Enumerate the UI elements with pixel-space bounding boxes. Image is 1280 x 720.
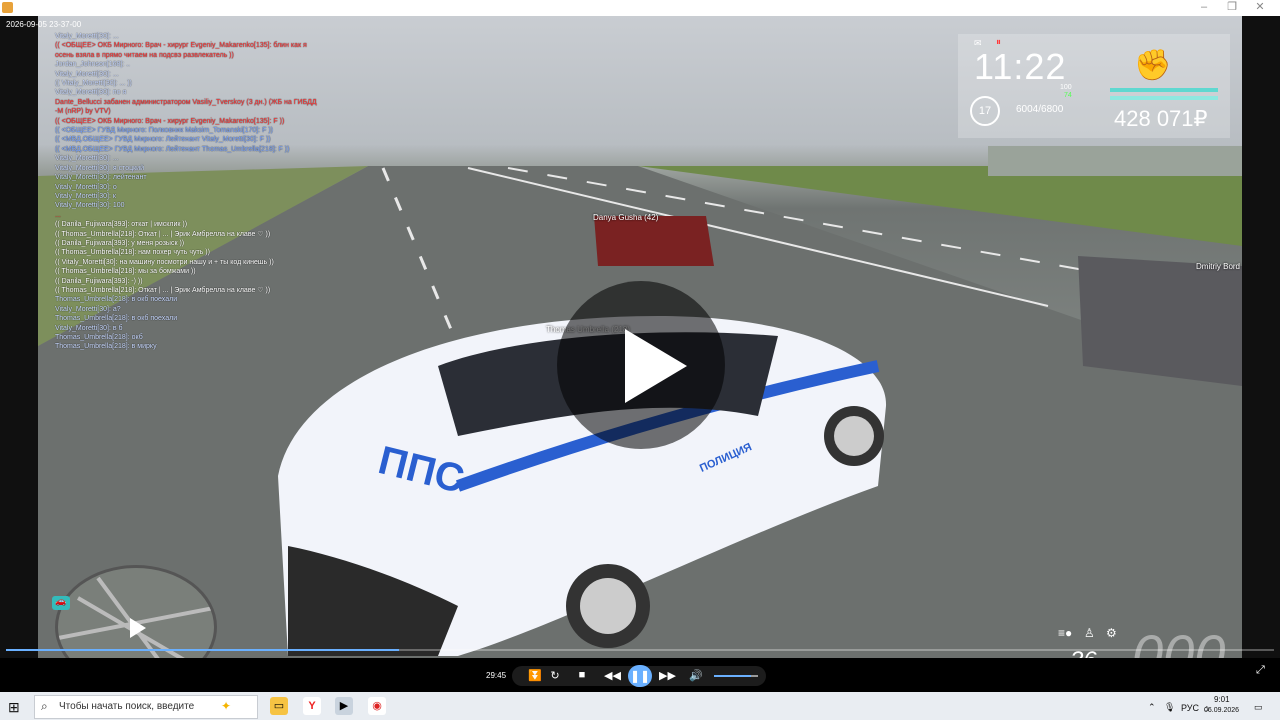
video-area[interactable]: ППС ПОЛИЦИЯ 2026-09-05 23-37-00 Vitaly_M… — [0, 16, 1280, 658]
chat-line: Vitaly_Moretti[30]: я стоцкий — [55, 164, 144, 172]
seatbelt-icon: ♙ — [1084, 626, 1095, 640]
chat-line: Vitaly_Moretti[30]: ... — [55, 155, 119, 163]
chat-line: Dante_Bellucci забанен администратором V… — [55, 98, 317, 106]
chat-line: Thomas_Umbrella[218]: в окб поехали — [55, 315, 178, 323]
search-input[interactable]: Чтобы начать поиск, введите — [59, 701, 194, 712]
armor-bar — [1110, 96, 1218, 100]
app-icon — [2, 2, 13, 13]
chat-line: (( Thomas_Umbrella[218]: нам похер чуть … — [55, 249, 210, 257]
chat-line: (( <ОБЩЕЕ> ОКБ Мирного: Врач - хирург Ev… — [55, 42, 307, 50]
money-display: 428 071₽ — [1114, 106, 1208, 131]
chat-line: Vitaly_Moretti[30]: ... — [55, 70, 119, 78]
minimize-button[interactable]: – — [1190, 0, 1218, 16]
engine-icon: ⚙ — [1106, 626, 1117, 640]
chat-line: (( Danila_Fujiwara[393]: -) )) — [55, 277, 143, 285]
chat-line: (( Thomas_Umbrella[218]: мы за бомжами )… — [55, 268, 196, 276]
tray-chevron-icon[interactable]: ⌃ — [1148, 702, 1156, 713]
game-launcher-icon[interactable]: ◉ — [368, 697, 386, 715]
chat-line: (( <МВД.ОБЩЕЕ> ГУВД Мирного: Лейтенант V… — [55, 136, 271, 144]
taskbar-date[interactable]: 06.09.2026 — [1204, 707, 1239, 714]
chat-line: Vitaly_Moretti[30]: по я — [55, 89, 127, 97]
search-icon: ⌕ — [41, 699, 48, 713]
chat-line: Vitaly_Moretti[30]: к — [55, 192, 116, 200]
current-time: 29:45 — [486, 671, 507, 680]
play-overlay-button[interactable] — [557, 281, 725, 449]
fullscreen-icon[interactable]: ⤢ — [1256, 664, 1265, 677]
nametag-car-ahead: Danya Gusha (42) — [593, 213, 659, 222]
notification-icon[interactable]: ▭ — [1254, 702, 1263, 713]
maximize-button[interactable]: ❐ — [1218, 0, 1246, 16]
chat-line: Thomas_Umbrella[218]: в окб поехали — [55, 296, 178, 304]
nametag-right-car: Dmitriy Bord — [1196, 262, 1241, 271]
chat-line: (( <МВД.ОБЩЕЕ> ГУВД Мирного: Лейтенант T… — [55, 145, 290, 153]
window-titlebar: – ❐ ✕ — [0, 0, 1280, 16]
microphone-icon[interactable]: 🎙 — [1164, 702, 1175, 713]
xp-counter: 6004/6800 — [1016, 104, 1064, 115]
level-badge: 17 — [970, 96, 1000, 126]
chat-line: (( <ОБЩЕЕ> ГУВД Мирного: Полковник Maksi… — [55, 127, 273, 135]
fist-weapon-icon: ✊ — [1134, 49, 1172, 82]
game-clock: 11:22 — [974, 46, 1067, 87]
hud-panel: ✉ ⏸ 11:22 ✊ 17 6004/6800 100 74 428 071₽ — [958, 34, 1230, 138]
chat-line: Vitaly_Moretti[30]: о — [55, 183, 117, 191]
volume-level — [714, 675, 752, 677]
armor-value: 74 — [1064, 92, 1072, 99]
chat-line: Vitaly_Moretti[30]: в б — [55, 324, 123, 332]
chat-line: Thomas_Umbrella[218]: в мирку — [55, 343, 157, 351]
headlights-icon: ≡● — [1058, 626, 1073, 640]
sparkle-icon: ✦ — [221, 699, 232, 713]
chat-line: Vitaly_Moretti[30]: лейтенант — [55, 174, 147, 182]
chat-line: (( Vitaly_Moretti[30]: ... )) — [55, 80, 132, 88]
chat-line: Thomas_Umbrella[218]: окб — [55, 334, 143, 341]
vehicle-icon: 🚗 — [52, 596, 70, 610]
seek-bar-progress — [6, 649, 400, 651]
chat-line: (( Thomas_Umbrella[218]: Откат | ... | Э… — [55, 230, 271, 238]
chat-line: -М (nRP) by VTV) — [55, 108, 111, 116]
chat-line: (( <ОБЩЕЕ> ОКБ Мирного: Врач - хирург Ev… — [55, 117, 285, 125]
recording-timestamp: 2026-09-05 23-37-00 — [6, 20, 82, 29]
chat-line: Vitaly_Moretti[30]: 100 — [55, 202, 125, 210]
chat-log: Vitaly_Moretti[30]: ... (( <ОБЩЕЕ> ОКБ Ми… — [55, 32, 375, 352]
chat-line: Vitaly_Moretti[30]: а? — [55, 305, 121, 313]
chat-line: ... — [55, 211, 61, 219]
taskbar-clock[interactable]: 9:01 — [1214, 695, 1230, 704]
chat-line: (( Thomas_Umbrella[218]: Откат | ... | Э… — [55, 286, 271, 294]
stop-icon[interactable]: ■ — [575, 669, 589, 681]
volume-icon[interactable]: 🔊 — [689, 669, 703, 682]
rewind-icon[interactable]: ◀◀ — [604, 669, 621, 682]
yandex-browser-icon[interactable]: Y — [303, 697, 321, 715]
chat-line: Jordan_Johnson[168]: .. — [55, 61, 131, 69]
chat-line: (( Danila_Fujiwara[393]: откат | имсклик… — [55, 221, 188, 229]
close-button[interactable]: ✕ — [1246, 0, 1274, 16]
odometer: 000 — [1132, 623, 1226, 658]
taskbar-search[interactable]: ⌕ Чтобы начать поиск, введите ✦ — [34, 695, 258, 719]
repeat-icon[interactable]: ↻ — [548, 669, 562, 682]
chat-line: (( Danila_Fujiwara[393]: у меня розыск )… — [55, 239, 185, 247]
fast-forward-icon[interactable]: ▶▶ — [659, 669, 676, 682]
language-indicator[interactable]: РУС — [1181, 703, 1199, 713]
chat-line: осень взяла в прямо читаем на подсвэ раз… — [55, 51, 234, 59]
health-value: 100 — [1060, 84, 1072, 91]
file-explorer-icon[interactable]: ▭ — [270, 697, 288, 715]
minimap-roads — [58, 576, 214, 658]
chat-line: Vitaly_Moretti[30]: ... — [55, 33, 119, 40]
windows-icon[interactable]: ⊞ — [8, 699, 20, 716]
media-player-icon[interactable]: ▶ — [335, 697, 353, 715]
speed-icon[interactable]: ⏬ — [528, 669, 542, 682]
chat-line: (( Vitaly_Moretti[30]: на машину посмотр… — [55, 258, 274, 266]
health-bar — [1110, 88, 1218, 92]
pause-button[interactable]: ❚❚ — [628, 665, 652, 687]
